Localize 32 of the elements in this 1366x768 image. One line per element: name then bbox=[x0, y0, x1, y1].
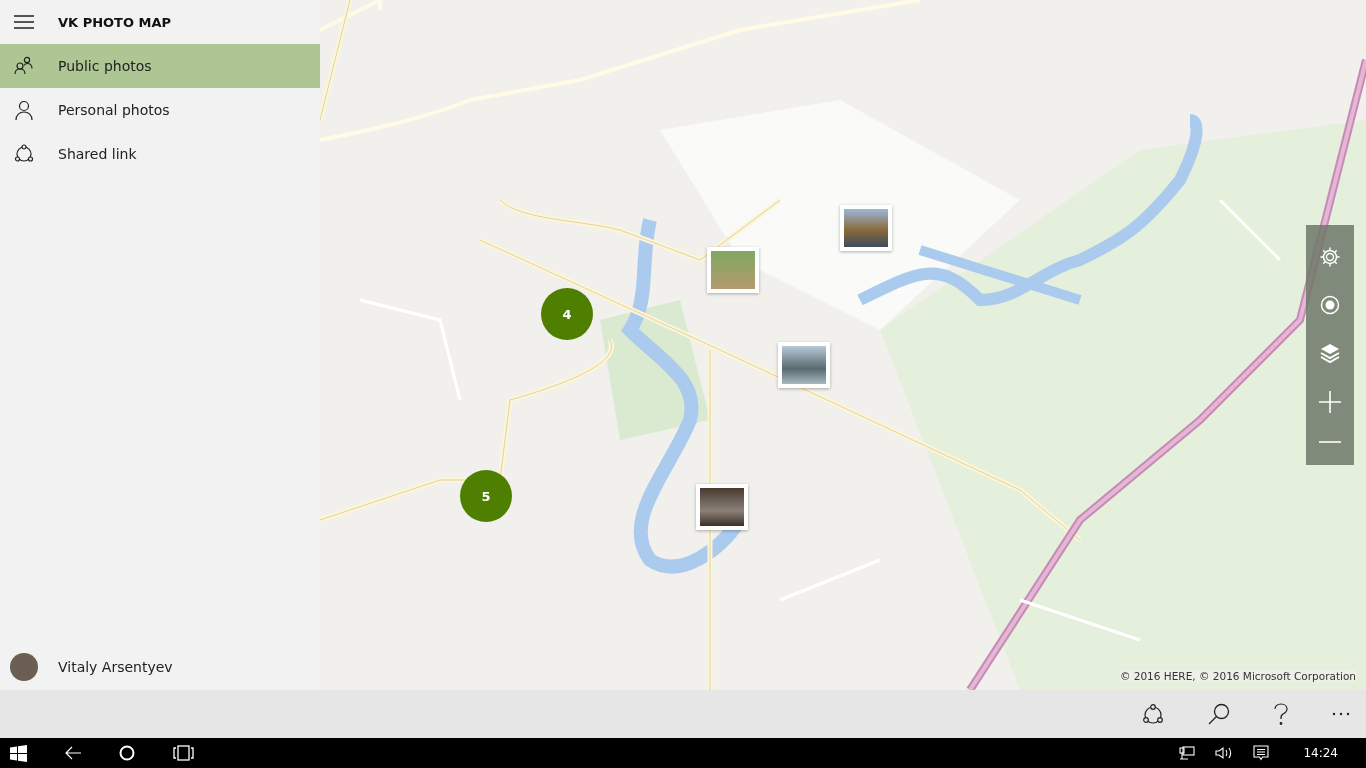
speaker-icon[interactable] bbox=[1215, 746, 1234, 760]
more-icon[interactable] bbox=[1332, 712, 1350, 716]
task-view-icon[interactable] bbox=[173, 745, 194, 761]
nav-item[interactable]: Public photos bbox=[0, 44, 320, 88]
map-copyright: © 2016 HERE, © 2016 Microsoft Corporation bbox=[1119, 670, 1356, 682]
network-icon[interactable] bbox=[1179, 746, 1196, 760]
back-icon[interactable] bbox=[65, 746, 81, 760]
nav-item[interactable]: Personal photos bbox=[0, 88, 320, 132]
search-icon[interactable] bbox=[1208, 703, 1230, 725]
person-icon bbox=[14, 100, 34, 120]
notification-icon[interactable] bbox=[1253, 745, 1270, 761]
photo-marker[interactable] bbox=[696, 484, 748, 530]
zoom-in-icon[interactable] bbox=[1319, 390, 1341, 413]
settings-icon[interactable] bbox=[1319, 246, 1341, 269]
app-title: VK PHOTO MAP bbox=[58, 14, 172, 30]
search-icon[interactable] bbox=[119, 745, 135, 761]
photo-marker[interactable] bbox=[840, 205, 892, 251]
layers-icon[interactable] bbox=[1319, 342, 1341, 364]
photo-marker[interactable] bbox=[707, 247, 759, 293]
zoom-out-icon[interactable] bbox=[1319, 439, 1341, 444]
user-name[interactable]: Vitaly Arsentyev bbox=[58, 659, 173, 675]
photo-marker[interactable] bbox=[778, 342, 830, 388]
nav-item[interactable]: Shared link bbox=[0, 132, 320, 176]
avatar[interactable] bbox=[10, 653, 38, 681]
share-icon[interactable] bbox=[1142, 703, 1164, 725]
clock[interactable]: 14:24 bbox=[1303, 746, 1338, 760]
help-icon[interactable] bbox=[1274, 703, 1288, 725]
people-icon bbox=[14, 56, 34, 76]
windows-logo-icon[interactable] bbox=[10, 744, 27, 762]
location-icon[interactable] bbox=[1320, 295, 1340, 316]
menu-icon[interactable] bbox=[14, 15, 34, 29]
share-icon bbox=[14, 144, 34, 164]
